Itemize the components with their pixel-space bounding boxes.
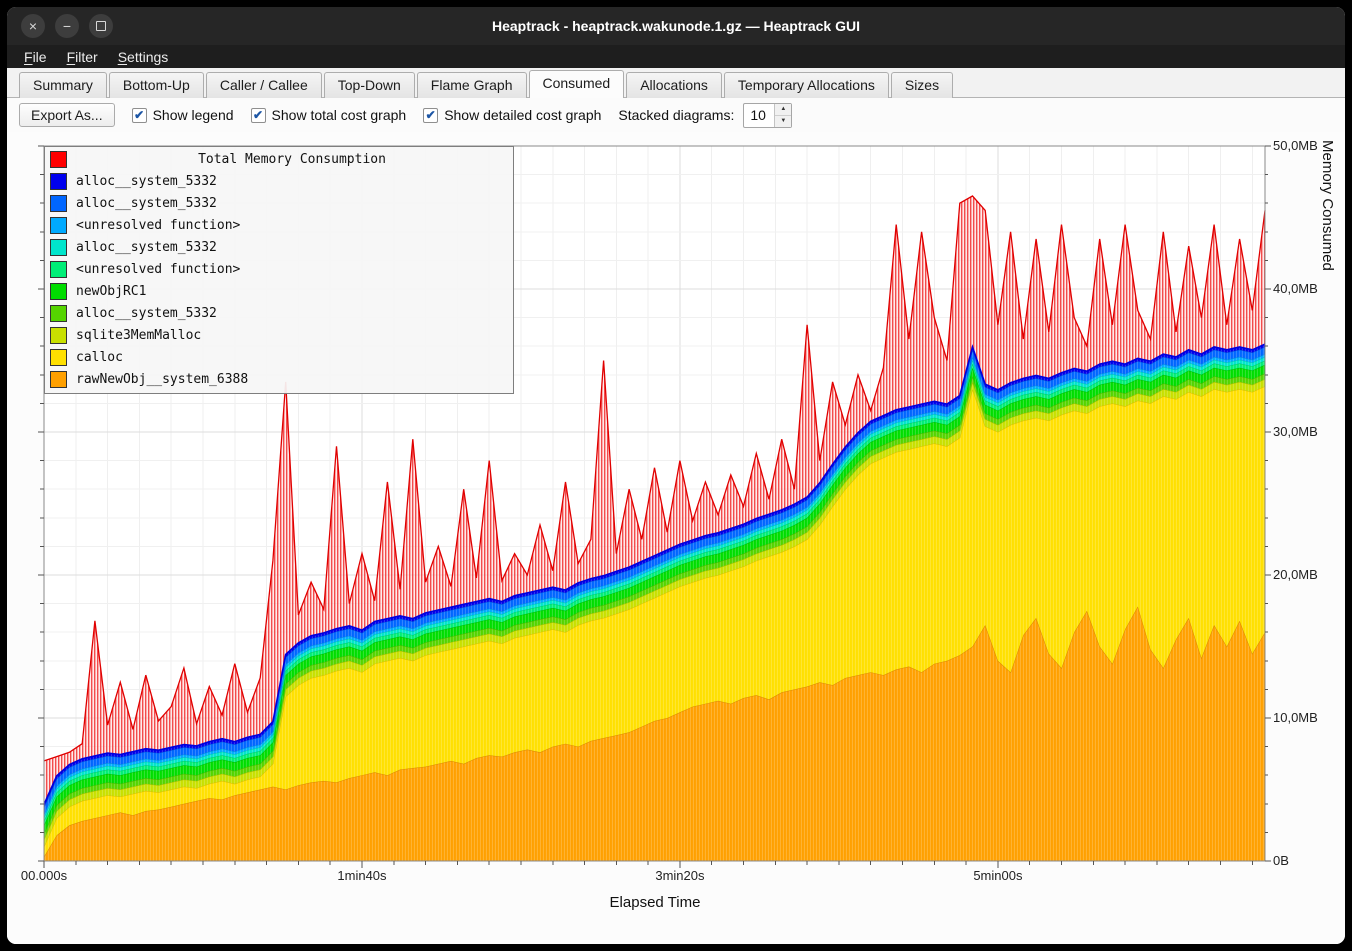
- y-tick-label: 40,0MB: [1273, 281, 1318, 296]
- legend-entry[interactable]: alloc__system_5332: [45, 236, 513, 258]
- legend-label: alloc__system_5332: [76, 240, 217, 255]
- tab-consumed[interactable]: Consumed: [529, 70, 625, 98]
- legend-swatch: [50, 327, 67, 344]
- titlebar: × − Heaptrack - heaptrack.wakunode.1.gz …: [7, 7, 1345, 45]
- menu-file[interactable]: File: [15, 48, 56, 66]
- legend-swatch: [50, 371, 67, 388]
- y-axis-title: Memory Consumed: [1319, 140, 1336, 855]
- close-icon: ×: [29, 19, 37, 33]
- x-tick-label: 00.000s: [7, 868, 89, 883]
- tab-sizes[interactable]: Sizes: [891, 72, 953, 98]
- legend-swatch: [50, 217, 67, 234]
- legend-label: alloc__system_5332: [76, 196, 217, 211]
- tab-top-down[interactable]: Top-Down: [324, 72, 415, 98]
- y-tick-label: 10,0MB: [1273, 710, 1318, 725]
- tab-allocations[interactable]: Allocations: [626, 72, 722, 98]
- legend-entry[interactable]: <unresolved function>: [45, 258, 513, 280]
- legend-label: Total Memory Consumption: [76, 152, 508, 167]
- legend-swatch: [50, 239, 67, 256]
- legend-label: alloc__system_5332: [76, 174, 217, 189]
- checkbox-label: Show legend: [153, 107, 234, 123]
- legend-swatch: [50, 349, 67, 366]
- export-as-button[interactable]: Export As...: [19, 103, 115, 127]
- tab-bar: SummaryBottom-UpCaller / CalleeTop-DownF…: [7, 68, 1345, 98]
- legend-label: <unresolved function>: [76, 262, 240, 277]
- toolbar: Export As... ✔ Show legend ✔ Show total cos…: [7, 98, 1345, 132]
- legend-label: rawNewObj__system_6388: [76, 372, 248, 387]
- checkbox-show-legend[interactable]: ✔ Show legend: [132, 107, 234, 123]
- checkbox-label: Show total cost graph: [272, 107, 407, 123]
- y-tick-label: 0B: [1273, 853, 1289, 868]
- minimize-button[interactable]: −: [55, 14, 79, 38]
- window-controls: × −: [21, 14, 113, 38]
- tab-flame-graph[interactable]: Flame Graph: [417, 72, 527, 98]
- spinner-buttons: ▲ ▼: [774, 104, 791, 127]
- x-tick-label: 5min00s: [953, 868, 1043, 883]
- legend-entry[interactable]: <unresolved function>: [45, 214, 513, 236]
- legend-entry[interactable]: alloc__system_5332: [45, 302, 513, 324]
- legend-swatch: [50, 261, 67, 278]
- spin-up-icon[interactable]: ▲: [775, 104, 791, 116]
- spin-down-icon[interactable]: ▼: [775, 116, 791, 127]
- y-tick-label: 50,0MB: [1273, 138, 1318, 153]
- legend-swatch: [50, 195, 67, 212]
- legend-swatch: [50, 283, 67, 300]
- checkbox-icon: ✔: [251, 108, 266, 123]
- legend-entry[interactable]: rawNewObj__system_6388: [45, 368, 513, 390]
- tab-summary[interactable]: Summary: [19, 72, 107, 98]
- x-tick-label: 3min20s: [635, 868, 725, 883]
- chart-legend[interactable]: Total Memory Consumption alloc__system_53…: [44, 146, 514, 394]
- legend-swatch: [50, 151, 67, 168]
- x-axis-title: Elapsed Time: [555, 894, 755, 911]
- chart-area: Total Memory Consumption alloc__system_53…: [7, 132, 1345, 944]
- x-tick-label: 1min40s: [317, 868, 407, 883]
- legend-swatch: [50, 173, 67, 190]
- maximize-button[interactable]: [89, 14, 113, 38]
- checkbox-show-detailed-cost-graph[interactable]: ✔ Show detailed cost graph: [423, 107, 601, 123]
- legend-label: newObjRC1: [76, 284, 146, 299]
- legend-entry[interactable]: alloc__system_5332: [45, 192, 513, 214]
- y-tick-label: 30,0MB: [1273, 424, 1318, 439]
- stacked-diagrams-label: Stacked diagrams:: [618, 107, 734, 123]
- menubar: FileFilterSettings: [7, 45, 1345, 68]
- stacked-diagrams-value: 10: [744, 104, 774, 127]
- legend-entry[interactable]: newObjRC1: [45, 280, 513, 302]
- tab-bottom-up[interactable]: Bottom-Up: [109, 72, 204, 98]
- stacked-diagrams-spinbox[interactable]: 10 ▲ ▼: [743, 103, 792, 128]
- checkbox-icon: ✔: [423, 108, 438, 123]
- tab-caller-callee[interactable]: Caller / Callee: [206, 72, 322, 98]
- checkbox-icon: ✔: [132, 108, 147, 123]
- minimize-icon: −: [63, 19, 71, 33]
- legend-entry[interactable]: calloc: [45, 346, 513, 368]
- window-title: Heaptrack - heaptrack.wakunode.1.gz — He…: [7, 18, 1345, 34]
- app-window: × − Heaptrack - heaptrack.wakunode.1.gz …: [7, 7, 1345, 944]
- menu-settings[interactable]: Settings: [109, 48, 178, 66]
- checkbox-group: ✔ Show legend ✔ Show total cost graph ✔ Show …: [132, 107, 602, 123]
- legend-label: <unresolved function>: [76, 218, 240, 233]
- y-tick-label: 20,0MB: [1273, 567, 1318, 582]
- legend-entry[interactable]: alloc__system_5332: [45, 170, 513, 192]
- close-button[interactable]: ×: [21, 14, 45, 38]
- legend-label: calloc: [76, 350, 123, 365]
- tab-temporary-allocations[interactable]: Temporary Allocations: [724, 72, 889, 98]
- legend-swatch: [50, 305, 67, 322]
- checkbox-show-total-cost-graph[interactable]: ✔ Show total cost graph: [251, 107, 407, 123]
- legend-title-row[interactable]: Total Memory Consumption: [45, 148, 513, 170]
- menu-filter[interactable]: Filter: [58, 48, 107, 66]
- legend-entry[interactable]: sqlite3MemMalloc: [45, 324, 513, 346]
- legend-label: alloc__system_5332: [76, 306, 217, 321]
- checkbox-label: Show detailed cost graph: [444, 107, 601, 123]
- legend-label: sqlite3MemMalloc: [76, 328, 201, 343]
- maximize-icon: [96, 21, 106, 31]
